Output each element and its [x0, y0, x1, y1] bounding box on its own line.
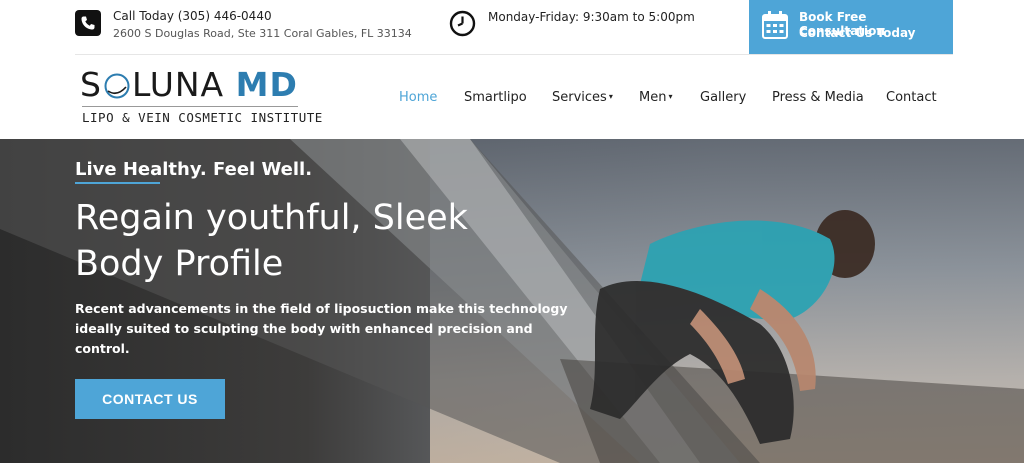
nav-smartlipo-label: Smartlipo: [464, 90, 527, 105]
chevron-down-icon: ▾: [608, 92, 613, 101]
calendar-icon: [762, 11, 788, 39]
nav-home[interactable]: Home: [399, 90, 437, 105]
nav-contact-label: Contact: [886, 90, 937, 105]
address: 2600 S Douglas Road, Ste 311 Coral Gable…: [113, 27, 412, 40]
main-nav: Home Smartlipo Services ▾ Men ▾ Gallery Pr…: [0, 90, 1024, 108]
nav-services[interactable]: Services ▾: [552, 90, 613, 105]
nav-smartlipo[interactable]: Smartlipo: [464, 90, 527, 105]
hero-banner: Live Healthy. Feel Well. Regain youthful…: [0, 139, 1024, 463]
kicker-underline: [75, 182, 160, 184]
nav-services-label: Services: [552, 90, 607, 105]
nav-home-label: Home: [399, 90, 438, 105]
office-hours: Monday-Friday: 9:30am to 5:00pm: [488, 10, 695, 24]
hero-headline: Regain youthful, Sleek Body Profile: [75, 198, 468, 284]
consult-line-2: Contact Us Today: [799, 26, 916, 40]
nav-press-media-label: Press & Media: [772, 90, 864, 105]
phone-icon: [75, 10, 101, 36]
hero-description: Recent advancements in the field of lipo…: [75, 301, 568, 356]
top-info-bar: Call Today (305) 446-0440 2600 S Douglas…: [0, 0, 1024, 54]
chevron-down-icon: ▾: [668, 92, 673, 101]
clock-icon: [449, 10, 476, 37]
nav-contact[interactable]: Contact: [886, 90, 937, 105]
nav-men-label: Men: [639, 90, 667, 105]
nav-gallery[interactable]: Gallery: [700, 90, 746, 105]
contact-us-button[interactable]: CONTACT US: [75, 379, 225, 419]
nav-press-media[interactable]: Press & Media: [772, 90, 864, 105]
nav-gallery-label: Gallery: [700, 90, 747, 105]
hero-kicker: Live Healthy. Feel Well.: [75, 159, 313, 180]
phone-number[interactable]: Call Today (305) 446-0440: [113, 9, 272, 23]
logo-tagline: LIPO & VEIN COSMETIC INSTITUTE: [82, 110, 323, 125]
site-header: S LUNA MD LIPO & VEIN COSMETIC INSTITUTE …: [0, 55, 1024, 139]
book-consultation-button[interactable]: Book Free Consultation Contact Us Today: [749, 0, 953, 54]
nav-men[interactable]: Men ▾: [639, 90, 672, 105]
